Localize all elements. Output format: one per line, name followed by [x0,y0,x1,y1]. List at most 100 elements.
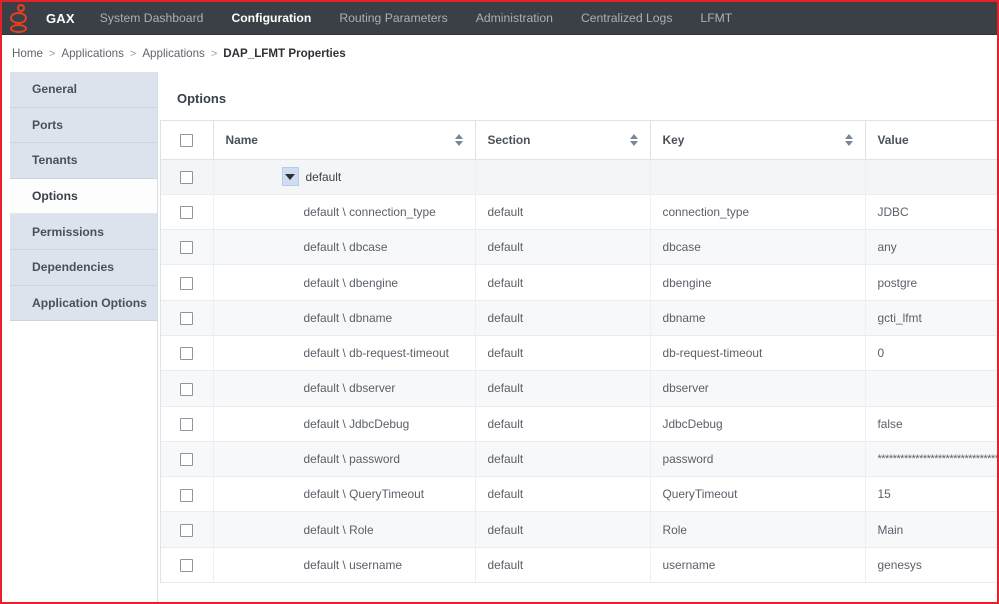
sidebar-item-dependencies[interactable]: Dependencies [10,249,157,286]
column-header-label: Value [877,132,909,147]
table-row[interactable]: default \ connection_type default connec… [161,194,997,231]
group-section-cell [475,159,651,195]
column-header-label: Key [662,132,685,147]
sidebar-item-permissions[interactable]: Permissions [10,214,157,250]
row-checkbox-cell [161,335,214,372]
row-checkbox[interactable] [180,347,194,361]
sort-arrows-icon[interactable] [447,133,463,146]
column-header-value[interactable]: Value [865,121,997,160]
select-all-checkbox[interactable] [180,133,194,147]
breadcrumb-separator: > [129,47,137,60]
row-key-cell: dbengine [650,264,866,301]
column-header-key[interactable]: Key [650,121,866,160]
nav-item-lfmt[interactable]: LFMT [686,1,746,36]
row-section-cell: default [475,335,651,372]
row-checkbox[interactable] [180,417,194,431]
nav-item-routing-parameters[interactable]: Routing Parameters [325,1,461,36]
sidebar-item-general[interactable]: General [10,72,157,108]
group-name-cell: default [213,159,476,195]
sidebar-item-options[interactable]: Options [10,178,157,215]
table-row[interactable]: default \ db-request-timeout default db-… [161,335,997,372]
row-section-cell: default [475,441,651,478]
sidebar-item-label: General [32,82,78,97]
nav-item-centralized-logs[interactable]: Centralized Logs [567,1,686,36]
sidebar: General Ports Tenants Options Permission… [2,72,157,602]
sort-arrows-icon[interactable] [837,133,853,146]
row-value-cell: postgre [865,264,997,301]
genesys-logo-icon [4,1,38,36]
sort-arrows-icon[interactable] [622,133,638,146]
breadcrumb-item-applications-2[interactable]: Applications [142,47,205,60]
logo-ring-top [17,3,25,12]
table-row[interactable]: default \ dbname default dbname gcti_lfm… [161,300,997,336]
table-row[interactable]: default \ JdbcDebug default JdbcDebug fa… [161,406,997,442]
row-checkbox-cell [161,547,214,584]
row-checkbox[interactable] [180,488,194,502]
row-name-cell: default \ connection_type [213,194,476,231]
group-key-cell [650,159,866,195]
row-name-cell: default \ dbname [213,300,476,336]
nav-item-system-dashboard[interactable]: System Dashboard [86,1,218,36]
logo-ring-bottom [10,23,27,33]
row-checkbox[interactable] [180,312,194,326]
sidebar-item-tenants[interactable]: Tenants [10,143,157,179]
table-row[interactable]: default \ dbcase default dbcase any [161,229,997,266]
logo-ring-middle [10,11,27,24]
row-section-cell: default [475,476,651,513]
brand-gax[interactable]: GAX [38,1,86,36]
table-row[interactable]: default \ username default username gene… [161,547,997,584]
row-section-cell: default [475,300,651,336]
row-key-cell: db-request-timeout [650,335,866,372]
select-all-header-cell [161,121,214,160]
row-value-cell: Main [865,511,997,548]
row-section-cell: default [475,511,651,548]
row-checkbox[interactable] [180,276,194,290]
table-row[interactable]: default \ password default password ****… [161,441,997,478]
sidebar-item-ports[interactable]: Ports [10,107,157,144]
row-name-cell: default \ db-request-timeout [213,335,476,372]
row-checkbox[interactable] [180,206,194,220]
table-group-row[interactable]: default [161,159,997,195]
application-window: GAX System Dashboard Configuration Routi… [0,0,999,604]
group-label: default [305,169,342,184]
caret-down-icon[interactable] [281,167,299,187]
row-checkbox[interactable] [180,382,194,396]
row-value-cell: genesys [865,547,997,584]
row-checkbox-cell [161,476,214,513]
breadcrumb: Home > Applications > Applications > DAP… [2,35,997,72]
table-row[interactable]: default \ dbserver default dbserver [161,370,997,407]
row-key-cell: QueryTimeout [650,476,866,513]
nav-item-administration[interactable]: Administration [462,1,567,36]
table-body: default default \ connection_type defaul [161,159,997,584]
breadcrumb-item-home[interactable]: Home [12,47,43,60]
table-row[interactable]: default \ QueryTimeout default QueryTime… [161,476,997,513]
group-value-cell [865,159,997,195]
table-row[interactable]: default \ dbengine default dbengine post… [161,264,997,301]
nav-item-configuration[interactable]: Configuration [217,1,325,36]
row-checkbox[interactable] [180,170,194,184]
row-checkbox-cell [161,229,214,266]
row-checkbox[interactable] [180,559,194,573]
row-section-cell: default [475,229,651,266]
row-name-cell: default \ dbengine [213,264,476,301]
row-section-cell: default [475,264,651,301]
row-checkbox[interactable] [180,241,194,255]
sidebar-item-label: Application Options [32,295,147,310]
row-checkbox[interactable] [180,523,194,537]
row-value-cell: 0 [865,335,997,372]
column-header-name[interactable]: Name [213,121,476,160]
row-key-cell: JdbcDebug [650,406,866,442]
row-checkbox[interactable] [180,453,194,467]
row-name-cell: default \ Role [213,511,476,548]
column-header-section[interactable]: Section [475,121,651,160]
row-name-cell: default \ JdbcDebug [213,406,476,442]
page-body: General Ports Tenants Options Permission… [2,72,997,602]
table-row[interactable]: default \ Role default Role Main [161,511,997,548]
options-table: Name Section Key Value default default \… [161,121,997,584]
row-name-cell: default \ username [213,547,476,584]
row-value-cell: any [865,229,997,266]
row-checkbox-cell [161,264,214,301]
sidebar-item-application-options[interactable]: Application Options [10,285,157,322]
breadcrumb-item-applications-1[interactable]: Applications [61,47,124,60]
options-table-container: Name Section Key Value default default \… [160,120,997,584]
